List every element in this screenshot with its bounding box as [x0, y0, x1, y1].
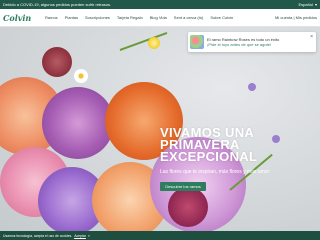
- language-selector[interactable]: Español: [299, 2, 313, 7]
- nav-item-tarjeta-regalo[interactable]: Tarjeta Regalo: [117, 15, 143, 20]
- main-nav: Colvin Ramos Plantas Suscripciones Tarje…: [0, 9, 320, 27]
- bouquet-thumbnail: [190, 35, 204, 49]
- nav-menu: Ramos Plantas Suscripciones Tarjeta Rega…: [45, 15, 275, 20]
- close-icon[interactable]: ×: [88, 234, 90, 238]
- yellow-flower-image: [148, 37, 160, 49]
- logo[interactable]: Colvin: [3, 13, 45, 23]
- rose-image: [42, 87, 114, 159]
- announcement-text: Debido a COVID-19, algunos pedidos puede…: [3, 2, 112, 7]
- hero-subtitle: Las flores que te inspiran, más flores y…: [160, 169, 270, 175]
- rose-image: [168, 187, 208, 227]
- promo-text: El ramo Rainbow Roses es todo un éxito ¡…: [207, 37, 279, 47]
- lilac-flower-image: [272, 135, 280, 143]
- discover-bouquets-button[interactable]: Descubre los ramos: [160, 182, 206, 191]
- daisy-image: [74, 69, 88, 83]
- close-icon[interactable]: ×: [310, 34, 313, 40]
- cookie-banner: Usamos tecnología, acepta el uso de cook…: [0, 231, 320, 240]
- nav-item-ramos[interactable]: Ramos: [45, 15, 58, 20]
- nav-item-suscripciones[interactable]: Suscripciones: [85, 15, 110, 20]
- lilac-flower-image: [248, 83, 256, 91]
- announcement-bar: Debido a COVID-19, algunos pedidos puede…: [0, 0, 320, 9]
- promo-popup[interactable]: El ramo Rainbow Roses es todo un éxito ¡…: [188, 32, 316, 52]
- rose-image: [42, 47, 72, 77]
- nav-item-sobre[interactable]: Sobre Colvin: [210, 15, 233, 20]
- account-links[interactable]: Mi cuenta | Mis pedidos: [275, 15, 317, 20]
- nav-item-blog[interactable]: Blog Vida: [150, 15, 167, 20]
- headline-line: EXCEPCIONAL: [160, 149, 258, 164]
- nav-item-cerca[interactable]: Sent a cerca (tú): [174, 15, 204, 20]
- accept-cookies-link[interactable]: Aceptar: [74, 234, 86, 238]
- cookie-text: Usamos tecnología, acepta el uso de cook…: [3, 233, 73, 238]
- chevron-down-icon[interactable]: ▾: [315, 2, 317, 7]
- promo-link[interactable]: ¡Pide el tuyo antes de que se agote!: [207, 42, 279, 47]
- hero-banner: VIVAMOS UNA PRIMAVERA EXCEPCIONAL Las fl…: [0, 27, 320, 231]
- hero-headline: VIVAMOS UNA PRIMAVERA EXCEPCIONAL: [160, 126, 258, 164]
- nav-item-plantas[interactable]: Plantas: [65, 15, 78, 20]
- stem-decoration: [119, 31, 168, 51]
